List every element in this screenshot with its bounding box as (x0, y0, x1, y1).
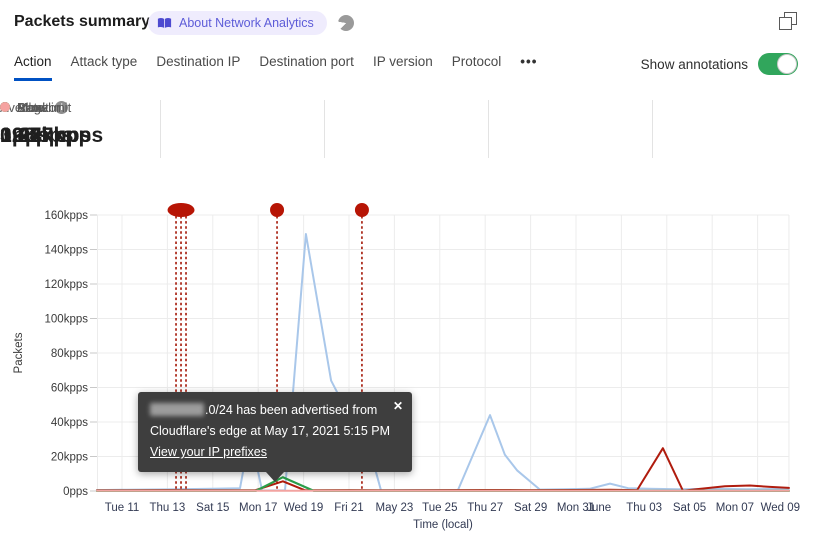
tooltip-line1: .0/24 has been advertised from (150, 400, 400, 421)
y-tick-label: 20kpps (51, 452, 88, 464)
tab-destination-ip[interactable]: Destination IP (156, 52, 240, 78)
y-tick-label: 120kpps (45, 279, 89, 291)
tab-attack-type[interactable]: Attack type (71, 52, 138, 78)
tabs-more-button[interactable]: ••• (520, 52, 537, 78)
duplicate-window-icon[interactable] (779, 12, 797, 30)
x-tick-label: Thu 27 (467, 502, 503, 514)
dimension-tabs: Action Attack type Destination IP Destin… (14, 52, 537, 81)
x-tick-label: May 23 (376, 502, 414, 514)
view-ip-prefixes-link[interactable]: View your IP prefixes (150, 445, 267, 459)
stat-divider (160, 100, 161, 158)
show-annotations-control: Show annotations (641, 53, 798, 75)
annotation-marker[interactable] (270, 203, 285, 217)
y-axis-title: Packets (13, 332, 25, 373)
stat-divider (324, 100, 325, 158)
y-tick-label: 80kpps (51, 348, 88, 360)
x-tick-label: Mon 17 (239, 502, 277, 514)
annotation-marker[interactable] (354, 203, 369, 217)
show-annotations-label: Show annotations (640, 56, 748, 72)
annotation-marker[interactable] (167, 203, 195, 217)
stat-divider (652, 100, 653, 158)
y-tick-label: 140kpps (45, 245, 89, 257)
x-tick-label: Sat 29 (514, 502, 547, 514)
tab-action[interactable]: Action (14, 52, 52, 81)
x-tick-label: Mon 31 (557, 502, 595, 514)
x-tick-label: Thu 13 (149, 502, 185, 514)
close-icon[interactable]: ✕ (393, 396, 403, 417)
y-tick-label: 100kpps (45, 314, 89, 326)
y-tick-label: 40kpps (51, 417, 88, 429)
x-tick-label: Tue 25 (422, 502, 457, 514)
series-line-rate-limit (95, 476, 791, 492)
y-tick-label: 60kpps (51, 383, 88, 395)
annotation-tooltip: ✕ .0/24 has been advertised from Cloudfl… (138, 392, 412, 482)
toggle-knob (777, 54, 797, 74)
stat-monitor: Monitor 0pps (0, 99, 150, 148)
stat-label: Monitor (17, 99, 61, 115)
page-title: Packets summary (14, 13, 151, 30)
x-tick-label: Fri 21 (334, 502, 363, 514)
show-annotations-toggle[interactable] (758, 53, 798, 75)
stat-value: 0pps (0, 124, 50, 147)
stat-divider (488, 100, 489, 158)
monitor-dot-icon (0, 102, 10, 112)
redacted-prefix (150, 403, 204, 416)
tooltip-line2: Cloudflare's edge at May 17, 2021 5:15 P… (150, 424, 391, 438)
tab-destination-port[interactable]: Destination port (259, 52, 354, 78)
y-tick-label: 0pps (63, 486, 88, 498)
x-tick-label: Tue 11 (105, 502, 140, 514)
book-icon (157, 16, 172, 30)
network-analytics-panel: Packets summary About Network Analytics … (0, 0, 816, 545)
badge-label: About Network Analytics (179, 16, 314, 30)
tab-ip-version[interactable]: IP version (373, 52, 433, 78)
x-tick-label: Wed 19 (284, 502, 323, 514)
tooltip-pointer (266, 472, 284, 482)
tab-protocol[interactable]: Protocol (452, 52, 502, 78)
x-tick-label: Mon 07 (716, 502, 754, 514)
y-tick-label: 160kpps (45, 210, 89, 222)
usage-pie-icon[interactable] (338, 15, 354, 31)
x-tick-label: Thu 03 (626, 502, 662, 514)
x-tick-label: June (586, 502, 611, 514)
x-tick-label: Wed 09 (761, 502, 800, 514)
about-network-analytics-badge[interactable]: About Network Analytics (148, 11, 327, 35)
x-axis-title: Time (local) (413, 519, 473, 531)
x-tick-label: Sat 15 (196, 502, 229, 514)
x-tick-label: Sat 05 (673, 502, 706, 514)
